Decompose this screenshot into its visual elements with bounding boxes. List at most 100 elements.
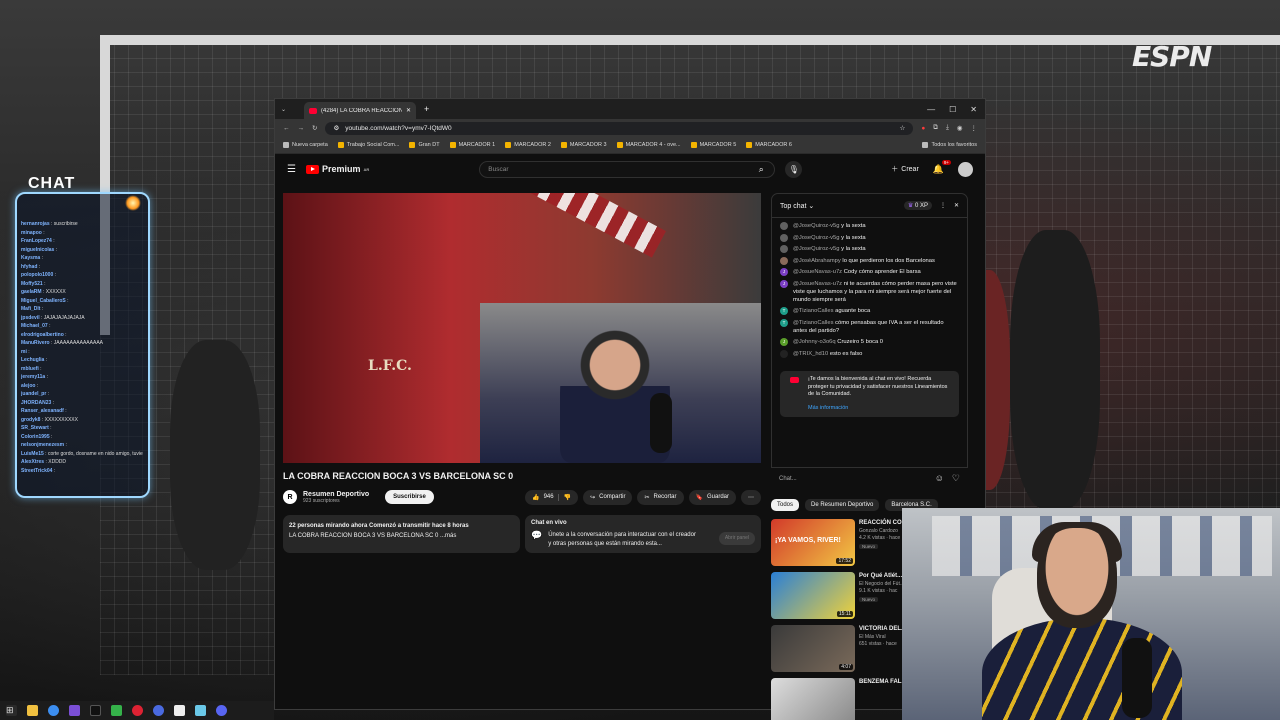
extensions-puzzle-icon[interactable]: ⧉ bbox=[933, 124, 938, 132]
bookmark-item[interactable]: Gran DT bbox=[409, 142, 440, 148]
chat-username[interactable]: @JoseQuiroz-v5g bbox=[793, 223, 839, 229]
voice-search-icon[interactable]: 🎙 bbox=[785, 160, 803, 178]
video-thumbnail[interactable]: ¡YA VAMOS, RIVER! 17:52 bbox=[771, 519, 855, 566]
overlay-chat-user: Colorin1995 bbox=[21, 433, 50, 440]
like-button[interactable]: 👍 946 👎 bbox=[525, 489, 579, 505]
file-explorer-icon[interactable] bbox=[27, 705, 38, 716]
menu-kebab-icon[interactable]: ⋮ bbox=[971, 124, 978, 132]
channel-name[interactable]: Resumen Deportivo bbox=[303, 491, 369, 498]
xp-badge[interactable]: ♛ 0 XP bbox=[903, 201, 932, 210]
chrome-icon[interactable] bbox=[48, 705, 59, 716]
new-tab-icon[interactable]: + bbox=[424, 104, 429, 114]
obs-icon[interactable] bbox=[90, 705, 101, 716]
bookmark-item[interactable]: Nueva carpeta bbox=[283, 142, 328, 148]
chat-avatar[interactable]: J bbox=[780, 279, 788, 288]
clip-button[interactable]: ✂ Recortar bbox=[637, 489, 684, 505]
top-chat-dropdown[interactable]: Top chat ⌄ bbox=[780, 202, 814, 210]
chat-avatar[interactable] bbox=[780, 245, 788, 253]
reload-icon[interactable]: ↻ bbox=[312, 124, 317, 132]
live-chat-panel-promo: Chat en vivo 💬 Únete a la conversación p… bbox=[525, 515, 761, 553]
chat-username[interactable]: @TizianoCalles bbox=[793, 320, 833, 326]
bookmark-item[interactable]: MARCADOR 5 bbox=[690, 142, 736, 148]
chat-username[interactable]: @JosueNavas-u7z bbox=[793, 269, 842, 275]
chat-avatar[interactable]: T bbox=[780, 307, 788, 315]
app-icon[interactable] bbox=[132, 705, 143, 716]
app-icon[interactable] bbox=[195, 705, 206, 716]
overlay-chat-message: LuisMe15 : corte gordo, dosname en nido … bbox=[21, 450, 144, 459]
subscribe-button[interactable]: Suscribirse bbox=[385, 490, 434, 504]
minimize-icon[interactable]: — bbox=[927, 105, 935, 114]
heart-icon[interactable]: ♡ bbox=[952, 473, 960, 484]
more-info-link[interactable]: Más información bbox=[808, 405, 951, 413]
emoji-icon[interactable]: ☺ bbox=[935, 473, 944, 484]
app-icon[interactable] bbox=[153, 705, 164, 716]
overlay-chat-message: ManuRivero : JAAAAAAAAAAAAAA bbox=[21, 340, 103, 346]
chat-input[interactable]: Chat... ☺ ♡ bbox=[771, 467, 968, 489]
chat-username[interactable]: @JoseQuiroz-v5g bbox=[793, 246, 839, 252]
description-text: LA COBRA REACCION BOCA 3 VS BARCELONA SC… bbox=[289, 533, 457, 539]
video-thumbnail[interactable]: 15:11 bbox=[771, 572, 855, 619]
app-icon[interactable] bbox=[174, 705, 185, 716]
app-icon[interactable] bbox=[69, 705, 80, 716]
chat-avatar[interactable] bbox=[780, 222, 788, 230]
search-input[interactable]: Buscar ⌕ bbox=[479, 160, 776, 178]
close-tab-icon[interactable]: ✕ bbox=[406, 107, 411, 114]
windows-start-icon[interactable]: ⊞ bbox=[6, 705, 17, 716]
bookmark-item[interactable]: MARCADOR 2 bbox=[505, 142, 551, 148]
profile-icon[interactable]: ◉ bbox=[957, 124, 963, 132]
chat-username[interactable]: @JosueNavas-u7z bbox=[793, 281, 842, 287]
overlay-chat-message: juandel_pr : bbox=[21, 391, 50, 397]
browser-tab[interactable]: (4284) LA COBRA REACCION B ✕ bbox=[304, 102, 417, 119]
bookmark-item[interactable]: MARCADOR 6 bbox=[746, 142, 792, 148]
extension-icon[interactable]: ● bbox=[921, 125, 925, 132]
chat-username[interactable]: @TRIX_hd10 bbox=[793, 351, 828, 357]
chat-username[interactable]: @Johnny-o3o6q bbox=[793, 339, 836, 345]
channel-avatar[interactable]: R bbox=[283, 490, 297, 504]
youtube-premium-logo[interactable]: Premium AR bbox=[305, 164, 369, 174]
bookmark-item[interactable]: MARCADOR 1 bbox=[449, 142, 495, 148]
url-text: youtube.com/watch?v=ymv7-IQtdW0 bbox=[345, 124, 452, 132]
maximize-icon[interactable]: ☐ bbox=[949, 105, 956, 114]
hamburger-menu-icon[interactable]: ☰ bbox=[287, 164, 296, 175]
chat-avatar[interactable] bbox=[780, 349, 788, 358]
filter-chip[interactable]: Todos bbox=[771, 499, 800, 511]
create-button[interactable]: ＋ Crear bbox=[891, 164, 919, 174]
video-thumbnail[interactable] bbox=[771, 678, 855, 720]
bookmark-item[interactable]: Trabajo Social Com... bbox=[337, 142, 399, 148]
notifications-bell-icon[interactable]: 🔔 9+ bbox=[933, 159, 951, 175]
chat-avatar[interactable]: T bbox=[780, 318, 788, 327]
address-bar[interactable]: ⚙ youtube.com/watch?v=ymv7-IQtdW0 ☆ bbox=[325, 121, 914, 135]
chat-username[interactable]: @JoséAbrahampy bbox=[793, 258, 841, 264]
share-button[interactable]: ↪ Compartir bbox=[583, 489, 633, 505]
app-icon[interactable] bbox=[111, 705, 122, 716]
forward-icon[interactable]: → bbox=[298, 125, 305, 132]
thumbs-down-icon[interactable]: 👎 bbox=[557, 493, 571, 501]
chat-menu-icon[interactable]: ⋮ bbox=[940, 202, 946, 209]
account-avatar[interactable] bbox=[958, 161, 973, 177]
back-icon[interactable]: ← bbox=[283, 125, 290, 132]
filter-chip[interactable]: De Resumen Deportivo bbox=[805, 499, 880, 511]
search-icon[interactable]: ⌕ bbox=[748, 161, 774, 178]
tab-search-icon[interactable]: ⌄ bbox=[281, 106, 286, 113]
chat-avatar[interactable]: J bbox=[780, 268, 788, 276]
chat-avatar[interactable] bbox=[780, 256, 788, 265]
site-info-icon[interactable]: ⚙ bbox=[333, 124, 339, 132]
chat-avatar[interactable] bbox=[780, 233, 788, 242]
discord-icon[interactable] bbox=[216, 705, 227, 716]
video-thumbnail[interactable]: 4:07 bbox=[771, 625, 855, 672]
more-actions-icon[interactable]: ⋯ bbox=[741, 489, 761, 505]
chat-avatar[interactable]: J bbox=[780, 338, 788, 346]
chat-username[interactable]: @JoseQuiroz-v5g bbox=[793, 235, 839, 241]
open-panel-button[interactable]: Abrir panel bbox=[718, 532, 755, 545]
chat-username[interactable]: @TizianoCalles bbox=[793, 308, 833, 314]
bookmark-item[interactable]: MARCADOR 4 - ove... bbox=[616, 142, 681, 148]
all-bookmarks-button[interactable]: Todos los favoritos bbox=[922, 142, 977, 148]
save-button[interactable]: 🔖 Guardar bbox=[688, 489, 736, 505]
bookmark-star-icon[interactable]: ☆ bbox=[900, 124, 906, 132]
description-box[interactable]: 22 personas mirando ahora Comenzó a tran… bbox=[283, 515, 520, 553]
bookmark-item[interactable]: MARCADOR 3 bbox=[560, 142, 607, 148]
close-chat-icon[interactable]: ✕ bbox=[954, 202, 959, 209]
close-window-icon[interactable]: ✕ bbox=[970, 105, 977, 114]
download-icon[interactable]: ⤓ bbox=[946, 124, 949, 132]
video-player[interactable]: L.F.C. bbox=[283, 193, 761, 463]
